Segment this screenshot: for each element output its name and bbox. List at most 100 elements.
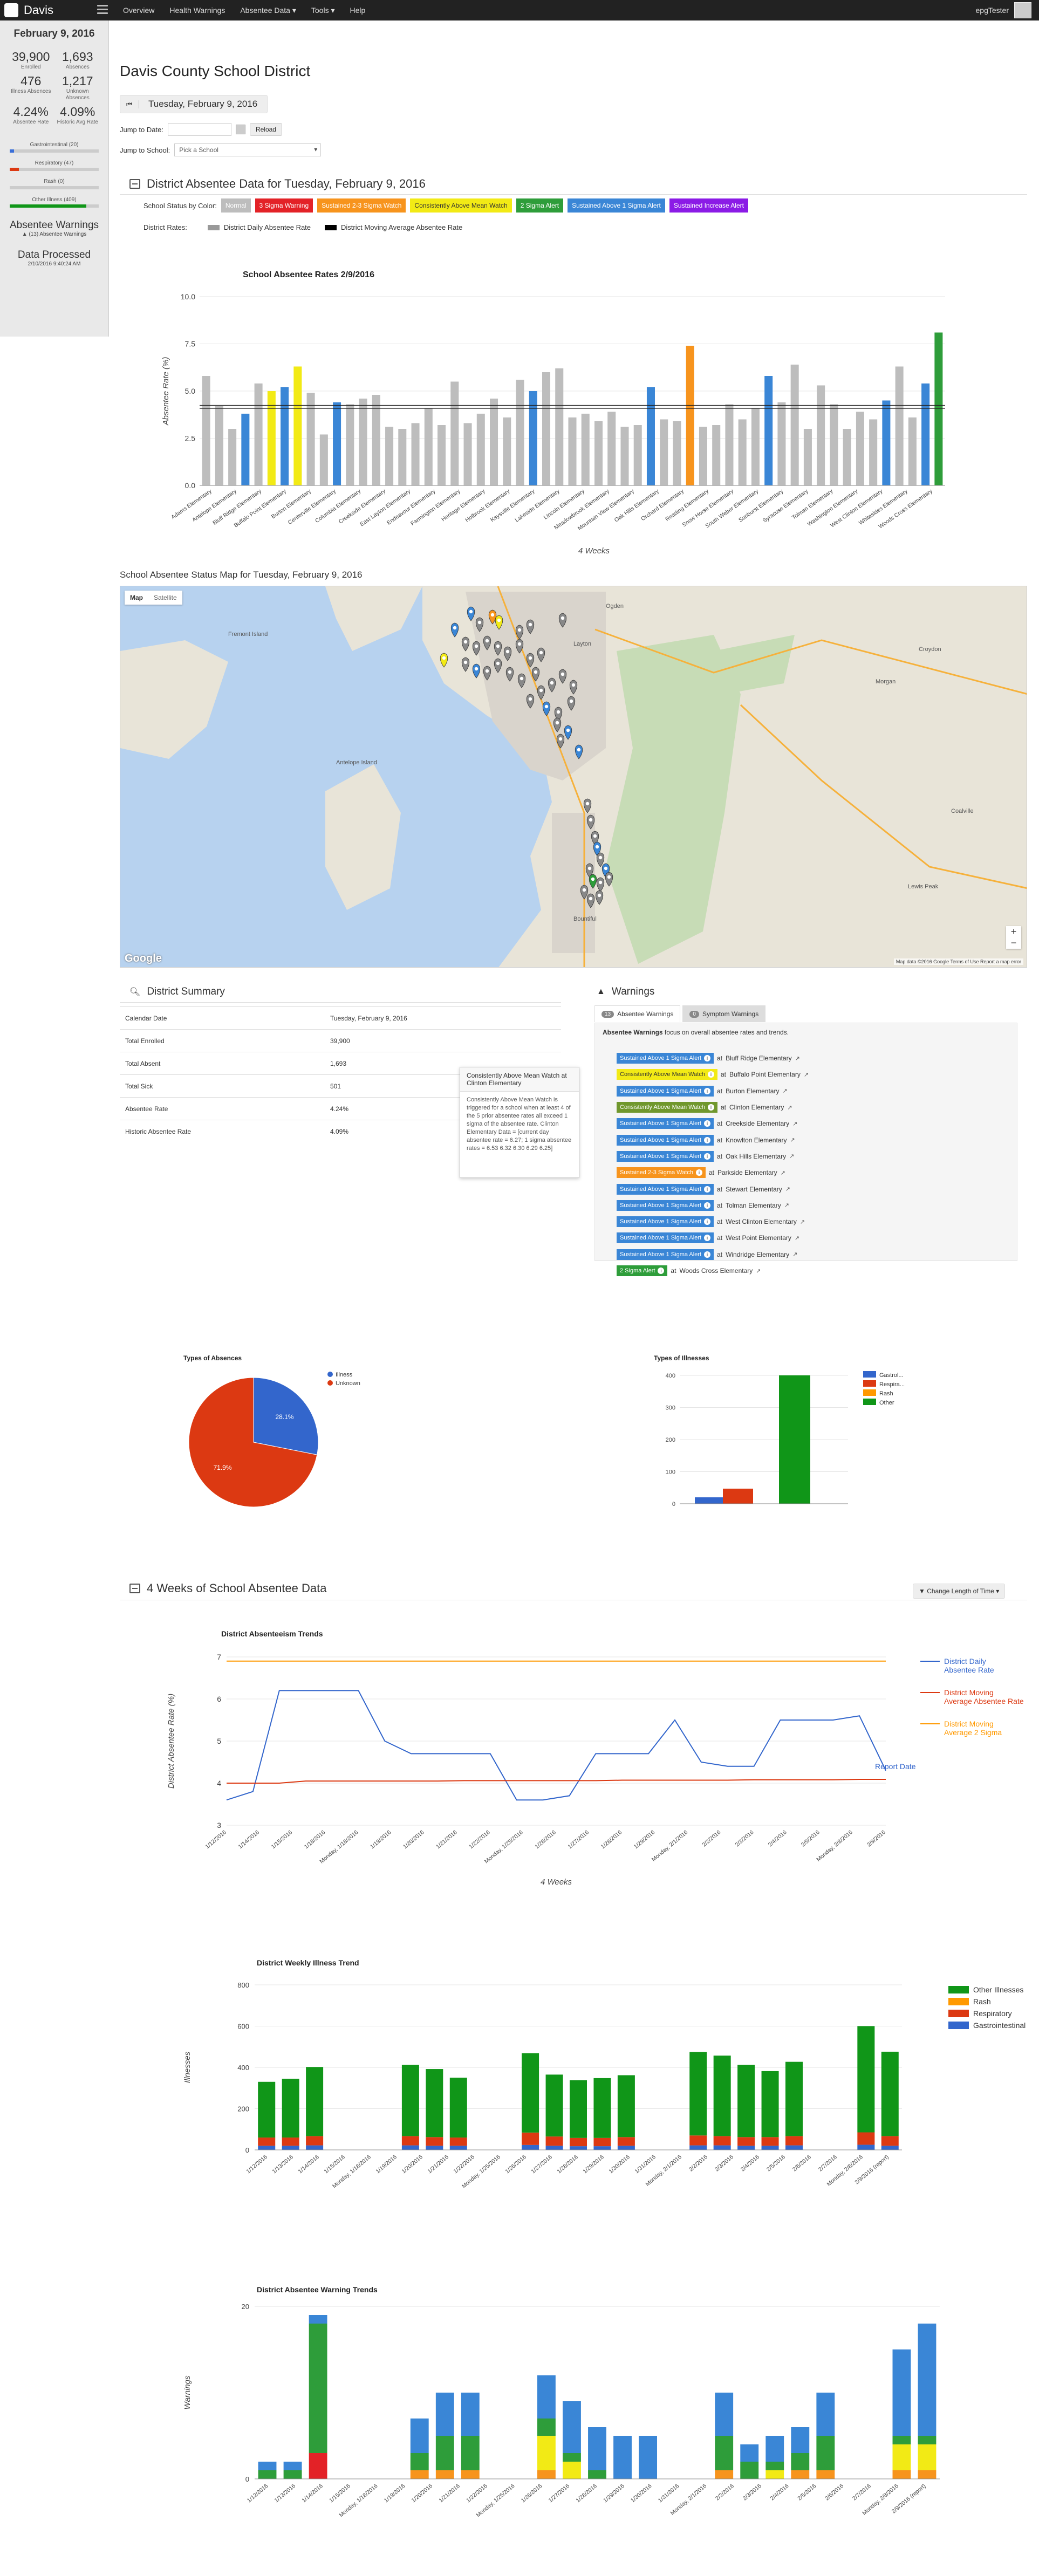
info-icon[interactable]: i [704,1202,711,1209]
warning-school[interactable]: Bluff Ridge Elementary [726,1054,792,1062]
external-link-icon[interactable]: ↗ [784,1202,789,1209]
info-icon[interactable]: i [704,1153,711,1160]
info-icon[interactable]: i [704,1218,711,1225]
warning-badge[interactable]: Sustained Above 1 Sigma Alert i [617,1216,714,1228]
jump-date-input[interactable] [167,123,231,136]
warning-badge[interactable]: Sustained Above 1 Sigma Alert i [617,1085,714,1097]
warning-badge[interactable]: Consistently Above Mean Watch i [617,1102,717,1113]
tab-absentee-warnings[interactable]: 13 Absentee Warnings [594,1005,681,1022]
absentee-warnings-count[interactable]: ▲ (13) Absentee Warnings [0,231,108,237]
external-link-icon[interactable]: ↗ [756,1268,761,1275]
y-axis-title: Warnings [183,2375,192,2410]
warning-school[interactable]: Creekside Elementary [726,1120,789,1127]
warning-school[interactable]: Stewart Elementary [726,1186,782,1193]
warning-school[interactable]: Buffalo Point Elementary [729,1071,801,1078]
nav-absentee-data[interactable]: Absentee Data ▾ [233,6,304,15]
warning-badge[interactable]: Sustained Above 1 Sigma Alert i [617,1249,714,1260]
map-type-tabs[interactable]: Map Satellite [125,591,182,605]
calendar-icon[interactable] [235,125,245,134]
map-tab-map[interactable]: Map [125,591,148,605]
list-item: 2 Sigma Alert i at Woods Cross Elementary ↗ [617,1263,809,1279]
warning-school[interactable]: Oak Hills Elementary [726,1153,786,1160]
info-icon[interactable]: i [658,1268,665,1274]
menu-toggle-icon[interactable] [97,5,108,15]
warning-school[interactable]: Burton Elementary [726,1087,779,1095]
date-selector[interactable]: ⏮ Tuesday, February 9, 2016 [120,95,268,113]
info-icon[interactable]: i [704,1120,711,1127]
warning-school[interactable]: West Point Elementary [726,1234,791,1242]
info-icon[interactable]: i [704,1136,711,1143]
nav-overview[interactable]: Overview [115,6,162,15]
warning-school[interactable]: Woods Cross Elementary [679,1267,753,1275]
reload-button[interactable]: Reload [249,123,282,136]
info-icon[interactable]: i [707,1071,714,1078]
external-link-icon[interactable]: ↗ [795,1055,800,1062]
info-icon[interactable]: i [704,1055,711,1062]
tab-symptom-warnings[interactable]: 0 Symptom Warnings [682,1005,766,1022]
info-icon[interactable]: i [704,1235,711,1242]
nav-help[interactable]: Help [343,6,373,15]
external-link-icon[interactable]: ↗ [795,1235,799,1242]
warning-badge[interactable]: Sustained Above 1 Sigma Alert i [617,1232,714,1244]
warning-school[interactable]: Windridge Elementary [726,1251,789,1258]
warning-badge[interactable]: Sustained Above 1 Sigma Alert i [617,1200,714,1211]
bar-segment [410,2453,429,2470]
y-tick-label: 7.5 [185,340,196,348]
summary-row: Total Enrolled 39,900 [120,1029,561,1052]
external-link-icon[interactable]: ↗ [792,1120,797,1127]
school-select[interactable]: Pick a School [174,143,322,156]
bar-segment [258,2470,277,2479]
warning-school[interactable]: Clinton Elementary [729,1104,784,1111]
info-icon[interactable]: i [704,1186,711,1193]
info-icon[interactable]: i [695,1169,702,1176]
user-menu[interactable]: epgTester [976,0,1031,20]
external-link-icon[interactable]: ↗ [792,1251,797,1258]
external-link-icon[interactable]: ↗ [804,1071,809,1078]
zoom-control[interactable]: + − [1006,926,1021,949]
legend-label: Gastrol... [879,1372,904,1379]
bar-segment [570,2080,587,2138]
external-link-icon[interactable]: ↗ [800,1218,805,1225]
warning-school[interactable]: Tolman Elementary [726,1202,781,1209]
bar-segment [522,2132,539,2145]
external-link-icon[interactable]: ↗ [787,1104,792,1111]
school-status-map[interactable]: Fremont Island Antelope Island Layton Ogden… [120,586,1027,968]
list-item: Sustained Above 1 Sigma Alert i at West Cli… [617,1214,809,1230]
info-icon[interactable]: i [707,1104,714,1111]
map-canvas[interactable]: Fremont Island Antelope Island Layton Ogden… [120,586,1027,968]
map-marker-dot [591,877,595,881]
absentee-warnings-heading[interactable]: Absentee Warnings [0,220,108,231]
warning-badge[interactable]: Sustained Above 1 Sigma Alert i [617,1118,714,1129]
external-link-icon[interactable]: ↗ [789,1153,794,1160]
prev-day-icon[interactable]: ⏮ [120,100,139,108]
external-link-icon[interactable]: ↗ [782,1087,787,1094]
change-length-button[interactable]: ▼ Change Length of Time ▾ [913,1584,1006,1599]
nav-tools[interactable]: Tools ▾ [304,6,343,15]
zoom-in-icon[interactable]: + [1006,926,1021,937]
warning-badge[interactable]: Sustained 2-3 Sigma Watch i [617,1167,706,1179]
external-link-icon[interactable]: ↗ [785,1186,790,1193]
warning-school[interactable]: Parkside Elementary [717,1169,777,1176]
brand[interactable]: Davis [4,0,53,20]
x-tick-label: Heritage Elementary [440,488,487,523]
warning-school[interactable]: Knowlton Elementary [726,1136,787,1144]
warning-badge[interactable]: Consistently Above Mean Watch i [617,1069,717,1080]
current-date[interactable]: Tuesday, February 9, 2016 [139,99,267,109]
warning-badge[interactable]: Sustained Above 1 Sigma Alert i [617,1150,714,1162]
external-link-icon[interactable]: ↗ [790,1136,795,1143]
warning-badge[interactable]: Sustained Above 1 Sigma Alert i [617,1183,714,1195]
warning-badge[interactable]: 2 Sigma Alert i [617,1265,668,1276]
bar-segment [306,2136,324,2146]
external-link-icon[interactable]: ↗ [781,1169,785,1176]
avatar[interactable] [1014,2,1031,18]
info-icon[interactable]: i [704,1251,711,1258]
map-tab-satellite[interactable]: Satellite [148,591,182,605]
warning-school[interactable]: West Clinton Elementary [726,1218,797,1225]
zoom-out-icon[interactable]: − [1006,937,1021,949]
map-footer[interactable]: Map data ©2016 Google Terms of Use Repor… [893,958,1023,965]
info-icon[interactable]: i [704,1087,711,1094]
bar-segment [258,2146,276,2150]
warning-badge[interactable]: Sustained Above 1 Sigma Alert i [617,1053,714,1064]
warning-badge[interactable]: Sustained Above 1 Sigma Alert i [617,1134,714,1146]
nav-health-warnings[interactable]: Health Warnings [162,6,233,15]
